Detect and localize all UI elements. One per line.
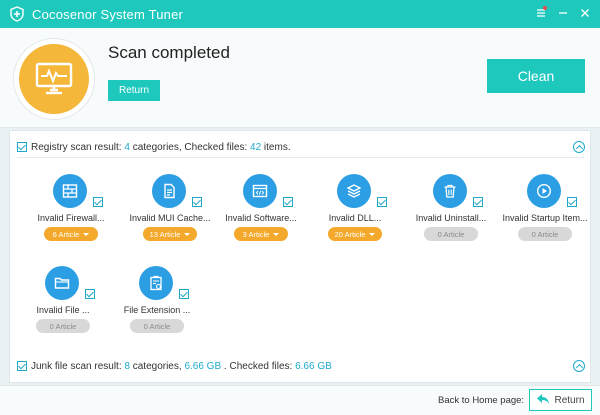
category-label: Invalid Firewall... xyxy=(37,213,105,223)
category-checkbox[interactable] xyxy=(85,289,95,299)
caret-down-icon xyxy=(369,232,376,236)
registry-scan-header: Registry scan result: 4 categories, Chec… xyxy=(17,139,291,155)
document-icon xyxy=(152,174,186,208)
close-icon[interactable] xyxy=(576,4,594,22)
junk-scan-header: Junk file scan result: 8 categories, 6.6… xyxy=(17,358,332,374)
firewall-icon xyxy=(53,174,87,208)
minimize-icon[interactable] xyxy=(554,4,572,22)
article-count: 0 Article xyxy=(437,229,465,239)
title-bar: Cocosenor System Tuner xyxy=(0,0,600,28)
category-label: Invalid Software... xyxy=(225,213,297,223)
registry-suffix: items. xyxy=(263,141,291,153)
monitor-pulse-icon xyxy=(19,44,89,114)
junk-size: 6.66 GB xyxy=(184,360,222,372)
category-invalid-mui-cache[interactable]: Invalid MUI Cache... 13 Article xyxy=(126,174,214,246)
return-home-button[interactable]: Return xyxy=(529,389,592,411)
page-title: Scan completed xyxy=(108,43,230,62)
folder-icon xyxy=(45,266,79,300)
registry-collapse-icon[interactable] xyxy=(573,141,585,153)
article-count-dropdown[interactable]: 0 Article xyxy=(424,227,478,241)
article-count: 0 Article xyxy=(143,321,171,331)
footer-bar: Back to Home page: Return xyxy=(0,385,600,415)
article-count-dropdown[interactable]: 3 Article xyxy=(234,227,288,241)
registry-prefix: Registry scan result: xyxy=(31,141,122,153)
layers-icon xyxy=(337,174,371,208)
category-label: Invalid Startup Item... xyxy=(502,213,588,223)
junk-collapse-icon[interactable] xyxy=(573,360,585,372)
article-count: 0 Article xyxy=(49,321,77,331)
category-invalid-dll[interactable]: Invalid DLL... 20 Article xyxy=(311,174,399,246)
category-label: File Extension ... xyxy=(123,305,191,315)
category-checkbox[interactable] xyxy=(283,197,293,207)
category-label: Invalid DLL... xyxy=(328,213,382,223)
return-arrow-icon xyxy=(536,393,550,408)
category-checkbox[interactable] xyxy=(192,197,202,207)
return-home-label: Return xyxy=(554,394,585,406)
caret-down-icon xyxy=(184,232,191,236)
code-window-icon xyxy=(243,174,277,208)
junk-checked-size: 6.66 GB xyxy=(295,360,332,372)
category-checkbox[interactable] xyxy=(93,197,103,207)
category-invalid-uninstall[interactable]: Invalid Uninstall... 0 Article xyxy=(407,174,495,246)
category-invalid-file[interactable]: Invalid File ... 0 Article xyxy=(19,266,107,338)
window-controls xyxy=(532,4,594,22)
window-title: Cocosenor System Tuner xyxy=(32,6,184,22)
category-label: Invalid MUI Cache... xyxy=(129,213,211,223)
return-button[interactable]: Return xyxy=(108,80,160,101)
play-icon xyxy=(527,174,561,208)
category-invalid-startup-item[interactable]: Invalid Startup Item... 0 Article xyxy=(501,174,589,246)
clean-button[interactable]: Clean xyxy=(487,59,585,93)
category-label: Invalid File ... xyxy=(36,305,90,315)
caret-down-icon xyxy=(273,232,280,236)
shield-plus-icon xyxy=(8,5,26,23)
scan-status-badge xyxy=(13,38,95,120)
article-count: 20 Article xyxy=(334,229,366,239)
junk-select-all-checkbox[interactable] xyxy=(17,361,27,371)
notification-dot xyxy=(543,6,547,10)
trash-icon xyxy=(433,174,467,208)
category-checkbox[interactable] xyxy=(377,197,387,207)
junk-prefix: Junk file scan result: xyxy=(31,360,122,372)
category-checkbox[interactable] xyxy=(179,289,189,299)
scan-header: Scan completed Return Clean xyxy=(0,28,600,128)
article-count-dropdown[interactable]: 0 Article xyxy=(36,319,90,333)
category-file-extension[interactable]: File Extension ... 0 Article xyxy=(113,266,201,338)
category-invalid-firewall[interactable]: Invalid Firewall... 6 Article xyxy=(27,174,115,246)
article-count: 13 Article xyxy=(149,229,181,239)
registry-select-all-checkbox[interactable] xyxy=(17,142,27,152)
category-invalid-software[interactable]: Invalid Software... 3 Article xyxy=(217,174,305,246)
category-checkbox[interactable] xyxy=(567,197,577,207)
registry-files-count: 42 xyxy=(250,141,262,153)
category-checkbox[interactable] xyxy=(473,197,483,207)
registry-mid-text: categories, Checked files: xyxy=(132,141,248,153)
article-count: 0 Article xyxy=(531,229,559,239)
article-count: 3 Article xyxy=(242,229,270,239)
category-label: Invalid Uninstall... xyxy=(415,213,487,223)
junk-mid-text-2: . Checked files: xyxy=(223,360,293,372)
menu-icon[interactable] xyxy=(532,4,550,22)
junk-mid-text: categories, xyxy=(132,360,182,372)
registry-categories-count: 4 xyxy=(124,141,130,153)
article-count-dropdown[interactable]: 6 Article xyxy=(44,227,98,241)
article-count-dropdown[interactable]: 20 Article xyxy=(328,227,382,241)
divider xyxy=(17,157,585,158)
article-count-dropdown[interactable]: 0 Article xyxy=(130,319,184,333)
results-panel: Registry scan result: 4 categories, Chec… xyxy=(9,130,591,383)
clipboard-gear-icon xyxy=(139,266,173,300)
caret-down-icon xyxy=(83,232,90,236)
article-count-dropdown[interactable]: 13 Article xyxy=(143,227,197,241)
junk-categories-count: 8 xyxy=(124,360,130,372)
back-home-label: Back to Home page: xyxy=(438,395,525,406)
article-count-dropdown[interactable]: 0 Article xyxy=(518,227,572,241)
article-count: 6 Article xyxy=(52,229,80,239)
